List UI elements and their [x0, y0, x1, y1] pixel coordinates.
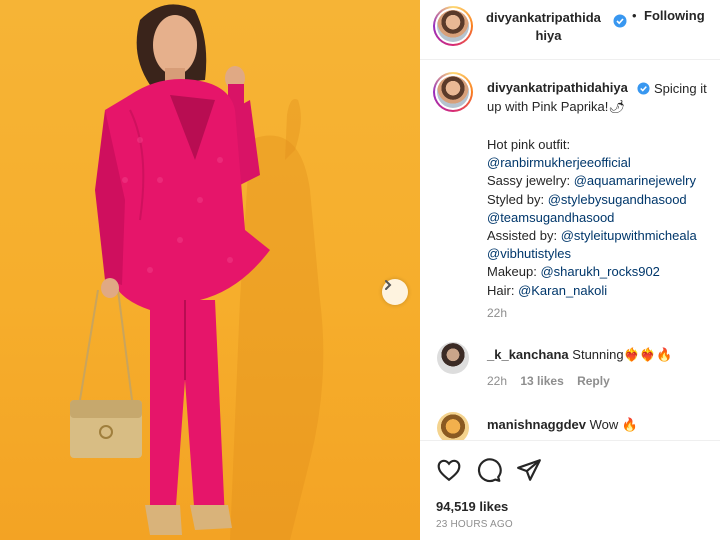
post-photo-illustration	[70, 4, 324, 540]
commenter-avatar[interactable]	[437, 412, 469, 440]
post-header: divyankatripathida hiya • Following	[420, 0, 720, 60]
comment-meta: 22h 13 likes Reply	[487, 374, 620, 388]
separator-dot: •	[632, 8, 637, 23]
mention-link[interactable]: @styleitupwithmicheala	[561, 228, 697, 243]
comment-time[interactable]: 22h	[487, 374, 507, 388]
caption-line: Hair: @Karan_nakoli	[487, 282, 608, 298]
send-icon[interactable]	[516, 457, 542, 483]
mention-link[interactable]: @Karan_nakoli	[518, 283, 607, 298]
likes-count[interactable]: 94,519 likes	[436, 499, 508, 514]
caption-timestamp[interactable]: 22h	[487, 306, 507, 320]
post-side-panel: divyankatripathida hiya • Following divya…	[420, 0, 720, 540]
caption-line: @teamsugandhasood	[487, 209, 712, 227]
mention-link[interactable]: @vibhutistyles	[487, 246, 571, 261]
caption-line: Styled by: @stylebysugandhasood	[487, 191, 687, 207]
comment-likes[interactable]: 13 likes	[520, 374, 563, 388]
mention-link[interactable]: @aquamarinejewelry	[574, 173, 696, 188]
comment-icon[interactable]	[476, 457, 502, 483]
heart-icon[interactable]	[436, 457, 462, 483]
caption-line: Sassy jewelry: @aquamarinejewelry	[487, 173, 697, 189]
caption-username[interactable]: divyankatripathidahiya	[487, 80, 628, 95]
caption-line: @vibhutistyles	[487, 245, 712, 263]
post-timestamp[interactable]: 23 HOURS AGO	[436, 519, 513, 530]
caption-line: Assisted by: @styleitupwithmicheala	[487, 228, 697, 244]
author-username[interactable]: divyankatripathida hiya	[486, 9, 611, 45]
caption-credits: Hot pink outfit: @ranbirmukherjeeofficia…	[487, 136, 712, 300]
commenter-avatar[interactable]	[437, 342, 469, 374]
verified-badge-icon	[637, 82, 650, 95]
commenter-username[interactable]: _k_kanchana	[487, 347, 569, 362]
caption-text-continued: up with Pink Paprika!🌶	[487, 99, 625, 114]
mention-link[interactable]: @teamsugandhasood	[487, 210, 614, 225]
caption-author-avatar[interactable]	[433, 72, 473, 112]
mention-link[interactable]: @ranbirmukherjeeofficial	[487, 155, 631, 170]
comment-body: Wow 🔥	[589, 417, 639, 432]
caption-text: Spicing it	[654, 81, 707, 96]
mention-link[interactable]: @sharukh_rocks902	[540, 264, 659, 279]
caption-line: Makeup: @sharukh_rocks902	[487, 264, 660, 280]
action-bar: 94,519 likes 23 HOURS AGO	[420, 440, 720, 540]
author-avatar[interactable]	[433, 6, 473, 46]
next-photo-button[interactable]	[382, 279, 408, 305]
caption-line: @ranbirmukherjeeofficial	[487, 154, 712, 172]
post-photo[interactable]	[0, 0, 420, 540]
comment-text: _k_kanchana Stunning❤️‍🔥❤️‍🔥🔥	[487, 347, 672, 363]
verified-badge-icon	[613, 14, 627, 28]
comment-text: manishnaggdev Wow 🔥	[487, 417, 638, 433]
reply-button[interactable]: Reply	[577, 374, 610, 388]
caption-line: Hot pink outfit:	[487, 137, 571, 152]
caption-section: divyankatripathidahiya Spicing it up wit…	[420, 60, 720, 440]
mention-link[interactable]: @stylebysugandhasood	[548, 192, 687, 207]
commenter-username[interactable]: manishnaggdev	[487, 417, 586, 432]
comment-body: Stunning❤️‍🔥❤️‍🔥🔥	[572, 347, 673, 362]
following-button[interactable]: Following	[644, 8, 705, 23]
chevron-right-icon	[385, 280, 392, 290]
